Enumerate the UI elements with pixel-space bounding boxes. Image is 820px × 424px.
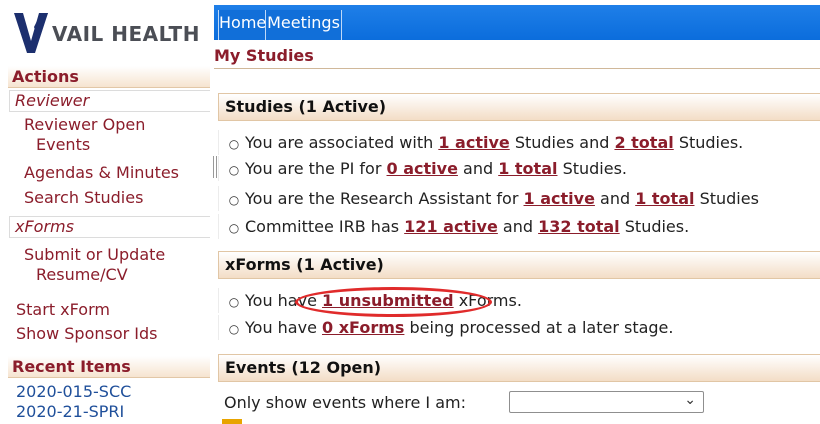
- top-nav-bar: Home Meetings: [214, 5, 820, 40]
- sidebar-item-submit-resume[interactable]: Submit or Update Resume/CV: [24, 245, 165, 285]
- events-filter-select[interactable]: ⌄: [509, 391, 704, 413]
- sidebar-item-reviewer-open-events[interactable]: Reviewer Open Events: [24, 115, 145, 155]
- ra-total-link[interactable]: 1 total: [635, 189, 694, 208]
- sidebar-item-start-xform[interactable]: Start xForm: [16, 300, 110, 320]
- committee-active-link[interactable]: 121 active: [404, 217, 498, 236]
- list-item: ○ You are associated with 1 active Studie…: [218, 130, 820, 155]
- vail-health-logo[interactable]: VAIL HEALTH: [0, 0, 214, 62]
- vail-v-logo-icon: [14, 13, 48, 53]
- total-studies-link[interactable]: 2 total: [614, 133, 673, 152]
- bullet-icon: ○: [228, 163, 240, 177]
- tab-home[interactable]: Home: [218, 10, 266, 40]
- bullet-icon: ○: [228, 295, 240, 309]
- page-title-divider: [214, 68, 820, 69]
- sidebar-item-agendas-minutes[interactable]: Agendas & Minutes: [24, 163, 179, 183]
- bullet-icon: ○: [228, 221, 240, 235]
- bullet-icon: ○: [228, 322, 240, 336]
- sidebar-item-show-sponsor-ids[interactable]: Show Sponsor Ids: [16, 324, 158, 344]
- pi-active-link[interactable]: 0 active: [387, 159, 458, 178]
- page-title: My Studies: [214, 46, 314, 65]
- tab-meetings[interactable]: Meetings: [266, 10, 342, 40]
- list-item: ○ Committee IRB has 121 active and 132 to…: [218, 214, 820, 239]
- sidebar-recent-items-header: Recent Items: [8, 356, 210, 378]
- sidebar-resize-handle[interactable]: [213, 156, 217, 178]
- sidebar-group-reviewer: Reviewer: [9, 90, 210, 112]
- events-filter-label: Only show events where I am:: [224, 393, 466, 412]
- red-circle-annotation: [295, 287, 492, 317]
- pi-total-link[interactable]: 1 total: [498, 159, 557, 178]
- sidebar-item-search-studies[interactable]: Search Studies: [24, 188, 143, 208]
- list-item: ○ You are the PI for 0 active and 1 total…: [218, 156, 820, 181]
- chevron-down-icon: ⌄: [684, 392, 696, 408]
- event-status-icon: [222, 419, 242, 424]
- studies-panel-header: Studies (1 Active): [218, 93, 820, 121]
- events-panel-header: Events (12 Open): [218, 354, 820, 382]
- active-studies-link[interactable]: 1 active: [438, 133, 509, 152]
- recent-item[interactable]: 2020-015-SCC: [16, 382, 131, 402]
- sidebar-group-xforms: xForms: [9, 216, 210, 238]
- list-item: ○ You are the Research Assistant for 1 ac…: [218, 186, 820, 211]
- ra-active-link[interactable]: 1 active: [524, 189, 595, 208]
- bullet-icon: ○: [228, 193, 240, 207]
- logo-text: VAIL HEALTH: [52, 22, 200, 46]
- xforms-panel-header: xForms (1 Active): [218, 251, 820, 279]
- processing-xforms-link[interactable]: 0 xForms: [322, 318, 404, 337]
- sidebar: Actions Reviewer Reviewer Open Events Ag…: [0, 62, 214, 424]
- bullet-icon: ○: [228, 137, 240, 151]
- sidebar-actions-header: Actions: [8, 66, 210, 88]
- recent-item[interactable]: 2020-21-SPRI: [16, 402, 124, 422]
- list-item: ○ You have 0 xForms being processed at a …: [218, 315, 820, 340]
- committee-total-link[interactable]: 132 total: [538, 217, 620, 236]
